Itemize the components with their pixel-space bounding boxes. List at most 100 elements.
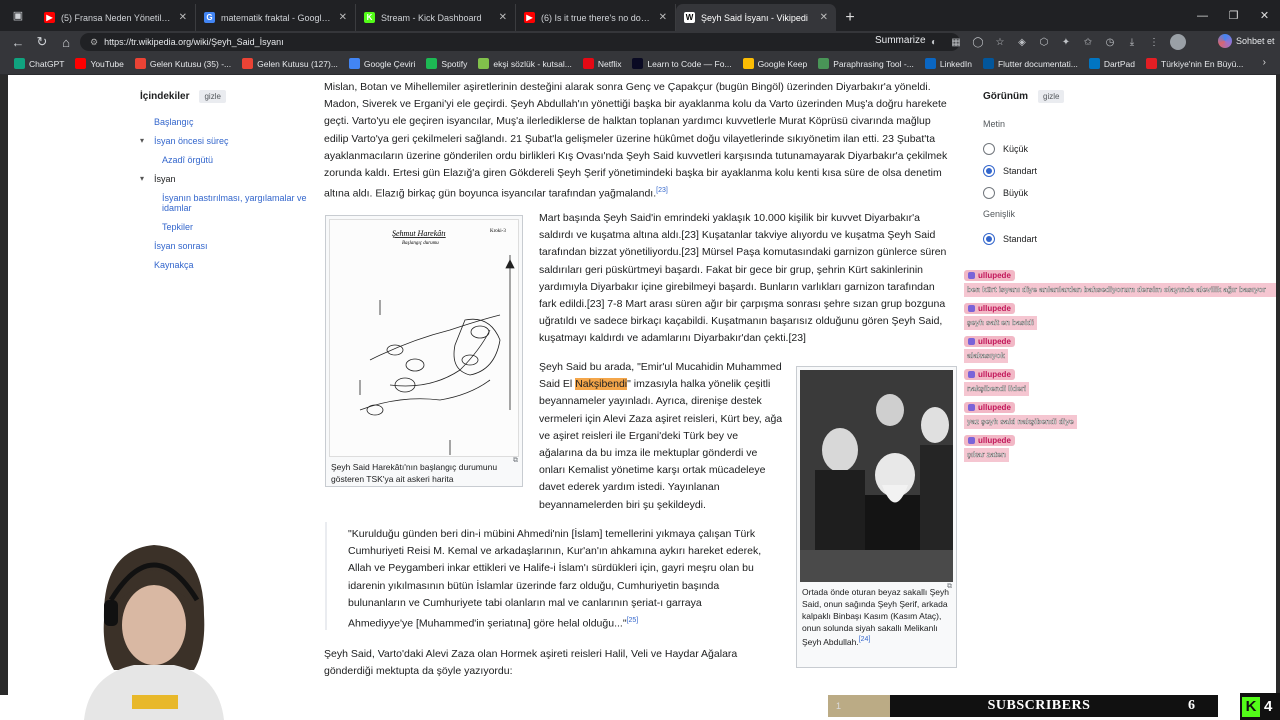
radio-label: Standart: [1003, 234, 1038, 244]
tab-close-icon[interactable]: ✕: [339, 12, 347, 23]
bookmark-star-icon[interactable]: ☆: [991, 33, 1009, 51]
radio-option[interactable]: Büyük: [983, 187, 1133, 199]
toc-item-label: Tepkiler: [162, 222, 194, 232]
history-icon[interactable]: ◷: [1101, 33, 1119, 51]
radio-button[interactable]: [983, 233, 995, 245]
browser-tab[interactable]: ▶ (6) Is it true there's no document ✕: [516, 4, 676, 31]
toc-item[interactable]: ▾ İsyan öncesi süreç: [140, 136, 310, 146]
extension-icon[interactable]: ✦: [1057, 33, 1075, 51]
browser-tab[interactable]: K Stream - Kick Dashboard ✕: [356, 4, 516, 31]
menu-dots-icon[interactable]: ⋮: [1145, 33, 1163, 51]
radio-option[interactable]: Standart: [983, 165, 1133, 177]
summarize-button[interactable]: Summarize: [875, 35, 926, 46]
radio-option[interactable]: Küçük: [983, 143, 1133, 155]
bookmark-item[interactable]: Learn to Code — Fo...: [632, 58, 732, 69]
download-icon[interactable]: ⤓: [1123, 33, 1141, 51]
enlarge-icon[interactable]: ⧉: [513, 457, 518, 465]
reference-link[interactable]: [24]: [859, 636, 871, 643]
bookmark-item[interactable]: DartPad: [1088, 58, 1135, 69]
browser-tab[interactable]: ▶ (5) Fransa Neden Yönetilemiyor? ✕: [36, 4, 196, 31]
reference-link[interactable]: [23]: [656, 187, 668, 194]
toc-item-label: İsyan sonrası: [154, 241, 208, 251]
toc-expand-icon[interactable]: ▾: [140, 136, 150, 146]
width-heading: Genişlik: [983, 209, 1016, 219]
tab-close-icon[interactable]: ✕: [179, 12, 187, 23]
map-subtitle: Başlangıç durumu: [402, 241, 439, 246]
back-icon[interactable]: ←: [6, 31, 30, 53]
radio-button[interactable]: [983, 143, 995, 155]
chat-username: ullupede: [964, 435, 1015, 446]
military-map-image[interactable]: Şehmut Harekâtı Başlangıç durumu Kroki-3: [329, 219, 519, 457]
historical-photo[interactable]: [800, 370, 953, 582]
kick-logo-icon: K: [1242, 696, 1260, 717]
toc-item[interactable]: İsyanın bastırılması, yargılamalar ve id…: [140, 193, 310, 213]
extension-icon[interactable]: ◈: [1013, 33, 1031, 51]
chat-badge-icon: [968, 338, 975, 345]
bookmark-item[interactable]: LinkedIn: [924, 58, 972, 69]
toc-item[interactable]: Azadî örgütü: [140, 155, 310, 165]
radio-button[interactable]: [983, 165, 995, 177]
extension-icon[interactable]: ▦: [947, 33, 965, 51]
map-figure[interactable]: Şehmut Harekâtı Başlangıç durumu Kroki-3…: [325, 215, 523, 487]
bookmark-item[interactable]: Netflix: [582, 58, 622, 69]
profile-avatar[interactable]: [1170, 34, 1186, 50]
browser-tab[interactable]: W Şeyh Said İsyanı - Vikipedi ✕: [676, 4, 836, 31]
bookmark-item[interactable]: Türkiye'nin En Büyü...: [1146, 58, 1243, 69]
article-paragraph: Şeyh Said bu arada, "Emir'ul Mucahidin M…: [539, 359, 783, 514]
toc-item[interactable]: İsyan sonrası: [140, 241, 310, 251]
chat-button[interactable]: Sohbet et: [1218, 34, 1275, 48]
extension-icon[interactable]: ⬡: [1035, 33, 1053, 51]
radio-option[interactable]: Standart: [983, 233, 1133, 245]
toc-item[interactable]: Tepkiler: [140, 222, 310, 232]
figure-caption: Ortada önde oturan beyaz sakallı Şeyh Sa…: [800, 586, 953, 648]
toc-item[interactable]: ▾ İsyan: [140, 174, 310, 184]
bookmark-item[interactable]: Spotify: [426, 58, 467, 69]
site-info-icon[interactable]: ⚙: [90, 37, 98, 48]
chat-message: ullupede yaz şeyh said nakşibendi diye: [964, 402, 1280, 429]
maximize-icon[interactable]: ❐: [1218, 0, 1249, 31]
extension-icon[interactable]: ◯: [969, 33, 987, 51]
tab-close-icon[interactable]: ✕: [499, 12, 507, 23]
minimize-icon[interactable]: —: [1187, 0, 1218, 31]
subscribers-label: SUBSCRIBERS: [987, 698, 1091, 713]
extension-icon[interactable]: ◐: [925, 33, 943, 51]
bookmark-item[interactable]: Flutter documentati...: [982, 58, 1078, 69]
home-icon[interactable]: ⌂: [54, 31, 78, 53]
bookmark-item[interactable]: ChatGPT: [14, 58, 64, 69]
tab-close-icon[interactable]: ✕: [659, 12, 667, 23]
toc-item[interactable]: Kaynakça: [140, 260, 310, 270]
appearance-hide-button[interactable]: gizle: [1038, 90, 1065, 103]
bookmark-item[interactable]: ekşi sözlük - kutsal...: [478, 58, 572, 69]
radio-button[interactable]: [983, 187, 995, 199]
favorites-icon[interactable]: ✩: [1079, 33, 1097, 51]
bookmark-favicon-icon: [632, 58, 644, 69]
bookmark-item[interactable]: Google Çeviri: [348, 58, 415, 69]
photo-figure[interactable]: ⧉ Ortada önde oturan beyaz sakallı Şeyh …: [796, 366, 957, 668]
bookmark-item[interactable]: Paraphrasing Tool -...: [818, 58, 914, 69]
chat-username-text: ullupede: [978, 403, 1011, 412]
close-window-icon[interactable]: ✕: [1249, 0, 1280, 31]
bookmarks-overflow-icon[interactable]: ›: [1263, 57, 1266, 68]
tab-close-icon[interactable]: ✕: [820, 12, 828, 23]
chat-message-text: alakasıyok: [964, 349, 1008, 363]
bookmark-item[interactable]: Gelen Kutusu (127)...: [242, 58, 338, 69]
new-tab-button[interactable]: +: [836, 4, 864, 31]
browser-tab[interactable]: Gmatematik fraktal - Google'da Ar ✕: [196, 4, 356, 31]
bookmark-item[interactable]: YouTube: [75, 58, 124, 69]
article-paragraph: Mislan, Botan ve Mihellemiler aşiretleri…: [324, 79, 956, 203]
bookmark-item[interactable]: Gelen Kutusu (35) -...: [134, 58, 231, 69]
chat-username-text: ullupede: [978, 304, 1011, 313]
address-bar[interactable]: ⚙ https://tr.wikipedia.org/wiki/Şeyh_Sai…: [80, 33, 960, 51]
toc-item[interactable]: Başlangıç: [140, 117, 310, 127]
reference-link[interactable]: [25]: [627, 617, 639, 624]
tab-search-icon[interactable]: ▣: [0, 0, 36, 31]
bookmark-item[interactable]: Google Keep: [742, 58, 807, 69]
enlarge-icon[interactable]: ⧉: [947, 583, 952, 591]
bookmark-label: Netflix: [597, 58, 622, 69]
toc-hide-button[interactable]: gizle: [199, 90, 226, 103]
chat-username-text: ullupede: [978, 337, 1011, 346]
reload-icon[interactable]: ↻: [30, 31, 54, 53]
bookmark-label: Gelen Kutusu (127)...: [257, 58, 338, 69]
bookmarks-bar: ChatGPT YouTube Gelen Kutusu (35) -... Gele…: [0, 53, 1280, 75]
toc-expand-icon[interactable]: ▾: [140, 174, 150, 184]
